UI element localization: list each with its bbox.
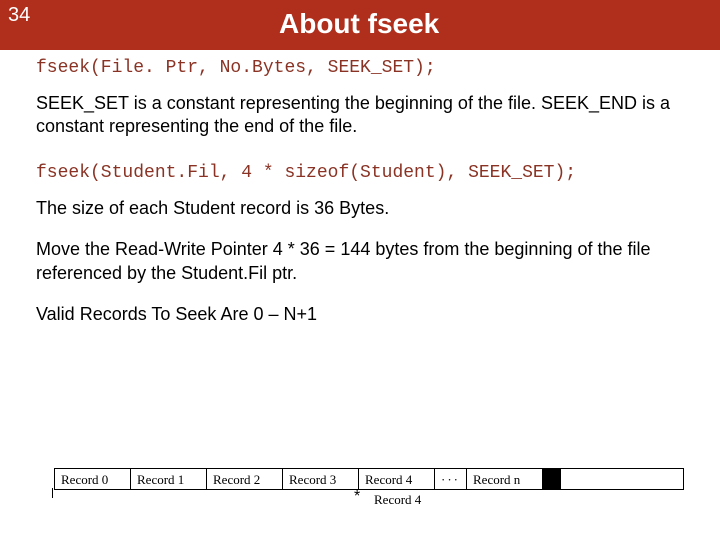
page-number: 34 xyxy=(0,0,38,31)
record-cell: Record 3 xyxy=(283,469,359,489)
slide-content: fseek(File. Ptr, No.Bytes, SEEK_SET); SE… xyxy=(0,50,720,327)
slide-header: 34 About fseek xyxy=(0,0,720,50)
slide-title: About fseek xyxy=(38,0,720,40)
record-cell: Record 2 xyxy=(207,469,283,489)
pointer-star-icon: * xyxy=(354,488,360,506)
pointer-start-tick xyxy=(52,488,53,498)
record-cell: Record 1 xyxy=(131,469,207,489)
record-cell: Record 4 xyxy=(359,469,435,489)
pointer-row: * Record 4 xyxy=(54,490,684,512)
record-end-marker xyxy=(543,469,561,489)
seek-constants-paragraph: SEEK_SET is a constant representing the … xyxy=(36,92,684,137)
record-size-paragraph: The size of each Student record is 36 By… xyxy=(36,197,684,220)
pointer-label: Record 4 xyxy=(374,492,421,508)
valid-records-paragraph: Valid Records To Seek Are 0 – N+1 xyxy=(36,303,684,326)
record-ellipsis: ··· xyxy=(435,469,467,489)
records-row: Record 0 Record 1 Record 2 Record 3 Reco… xyxy=(54,468,684,490)
pointer-move-paragraph: Move the Read-Write Pointer 4 * 36 = 144… xyxy=(36,238,684,285)
records-diagram: Record 0 Record 1 Record 2 Record 3 Reco… xyxy=(54,468,684,510)
record-cell: Record 0 xyxy=(55,469,131,489)
record-cell: Record n xyxy=(467,469,543,489)
code-fseek-example: fseek(Student.Fil, 4 * sizeof(Student), … xyxy=(36,163,684,183)
code-fseek-signature: fseek(File. Ptr, No.Bytes, SEEK_SET); xyxy=(36,58,684,78)
